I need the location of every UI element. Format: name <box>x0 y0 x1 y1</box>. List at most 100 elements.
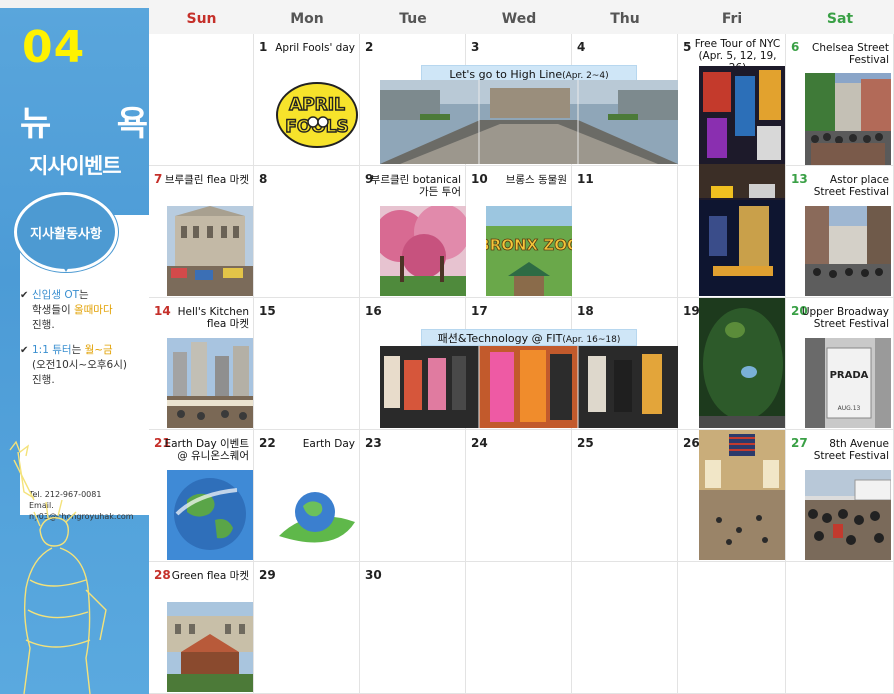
weekday-mon: Mon <box>290 11 324 27</box>
day-number: 15 <box>259 304 276 318</box>
sidebar-top-strip <box>0 0 149 8</box>
note-highlight-alt: 월~금 <box>84 344 113 356</box>
statue-of-liberty-icon <box>9 440 107 694</box>
day-number: 6 <box>791 40 800 54</box>
weekday-tue: Tue <box>399 11 427 27</box>
note-text: 학생들이 <box>32 304 74 316</box>
brooklyn-flea-image <box>167 206 253 296</box>
weekday-sat: Sat <box>826 11 854 27</box>
bronx-zoo-image: BRONX ZOO <box>486 206 572 296</box>
day-number: 1 <box>259 40 268 54</box>
april-fools-image: APRIL FOOLS <box>275 80 359 150</box>
event-label: 부르클린 botanical 가든 투어 <box>370 174 461 198</box>
note-text: 는 <box>71 344 85 356</box>
earth-image <box>167 470 253 560</box>
day-cell-30[interactable]: 30 <box>360 562 466 694</box>
note-highlight: 신입생 OT <box>32 289 79 301</box>
event-label: Green flea 마켓 <box>171 570 249 582</box>
note-tutor: ✔ 1:1 튜터는 월~금 (오전10시~오후6시) 진행. <box>20 343 147 388</box>
day-number: 13 <box>791 172 808 186</box>
day-cell-8[interactable]: 8 <box>254 166 360 298</box>
sidebar-title: 뉴 욕 <box>20 96 148 145</box>
chelsea-festival-image <box>805 73 891 165</box>
event-bar-dates: (Apr. 16~18) <box>562 335 621 345</box>
day-cell-15[interactable]: 15 <box>254 298 360 430</box>
note-orientation: ✔ 신입생 OT는 학생들이 올때마다 진행. <box>20 288 147 333</box>
note-text: 진행. <box>32 374 55 386</box>
upper-broadway-image: PRADA AUG.13 <box>805 338 891 428</box>
event-label: Astor place Street Festival <box>813 174 889 198</box>
day-cell-empty <box>786 562 894 694</box>
note-text: 진행. <box>32 319 55 331</box>
day-number: 24 <box>471 436 488 450</box>
day-cell-24[interactable]: 24 <box>466 430 572 562</box>
check-icon: ✔ <box>20 290 29 301</box>
day-number: 2 <box>365 40 374 54</box>
note-text: 는 <box>79 289 89 301</box>
day-number: 18 <box>577 304 594 318</box>
day-number: 17 <box>471 304 488 318</box>
day-cell-empty <box>466 562 572 694</box>
astor-place-image <box>805 206 891 296</box>
weekday-header: Sun Mon Tue Wed Thu Fri Sat <box>149 0 894 34</box>
sidebar-title-word2: 욕 <box>116 104 148 144</box>
note-highlight: 1:1 튜터 <box>32 344 72 356</box>
event-label: 브롱스 동물원 <box>505 174 567 186</box>
day-number: 10 <box>471 172 488 186</box>
sidebar-subtitle: 지사이벤트 <box>29 154 122 178</box>
event-label: Chelsea Street Festival <box>812 42 889 66</box>
check-icon: ✔ <box>20 345 29 356</box>
april-fools-line1: APRIL <box>289 95 345 115</box>
eighth-avenue-image <box>805 470 891 560</box>
weekday-sun: Sun <box>186 11 217 27</box>
sidebar-title-word1: 뉴 <box>20 104 52 144</box>
event-label: 8th Avenue Street Festival <box>813 438 889 462</box>
day-number: 4 <box>577 40 586 54</box>
day-number: 29 <box>259 568 276 582</box>
day-number: 22 <box>259 436 276 450</box>
botanical-garden-image <box>380 206 466 296</box>
fit-fashion-image <box>380 346 678 428</box>
central-park-image <box>699 298 785 428</box>
note-highlight-alt: 올때마다 <box>73 304 113 316</box>
weekday-wed: Wed <box>501 11 537 27</box>
weekday-thu: Thu <box>610 11 640 27</box>
prada-subtext: AUG.13 <box>838 405 861 412</box>
green-flea-image <box>167 602 253 692</box>
grand-central-image <box>699 430 785 560</box>
bubble-tail <box>58 258 74 272</box>
day-number: 8 <box>259 172 268 186</box>
prada-sign: PRADA <box>830 370 869 381</box>
high-line-image <box>380 80 678 164</box>
event-label: 브루클린 flea 마켓 <box>164 174 249 186</box>
event-label: April Fools' day <box>275 42 355 54</box>
sidebar: 04 뉴 욕 지사이벤트 지사활동사항 ✔ 신입생 OT는 학생들이 올때마다 … <box>0 0 149 694</box>
day-number: 23 <box>365 436 382 450</box>
day-cell-empty <box>678 562 786 694</box>
earth-leaf-image <box>275 478 359 556</box>
day-cell-empty <box>149 34 254 166</box>
day-number: 27 <box>791 436 808 450</box>
day-number: 25 <box>577 436 594 450</box>
day-number: 19 <box>683 304 700 318</box>
event-label: Hell's Kitchen flea 마켓 <box>177 306 249 330</box>
day-number: 5 <box>683 40 692 54</box>
day-cell-25[interactable]: 25 <box>572 430 678 562</box>
note-text: (오전10시~오후6시) <box>32 359 127 371</box>
weekday-fri: Fri <box>721 11 743 27</box>
day-cell-11[interactable]: 11 <box>572 166 678 298</box>
event-label: Earth Day 이벤트 @ 유니온스퀘어 <box>164 438 249 462</box>
event-label: Upper Broadway Street Festival <box>801 306 889 330</box>
day-number: 3 <box>471 40 480 54</box>
day-cell-empty <box>572 562 678 694</box>
day-number: 11 <box>577 172 594 186</box>
day-cell-23[interactable]: 23 <box>360 430 466 562</box>
day-number: 26 <box>683 436 700 450</box>
day-number: 30 <box>365 568 382 582</box>
event-label: Earth Day <box>302 438 355 450</box>
day-number: 7 <box>154 172 163 186</box>
day-cell-29[interactable]: 29 <box>254 562 360 694</box>
day-number: 16 <box>365 304 382 318</box>
event-bar-fit[interactable]: 패션&Technology @ FIT(Apr. 16~18) <box>421 329 637 346</box>
day-number: 28 <box>154 568 171 582</box>
